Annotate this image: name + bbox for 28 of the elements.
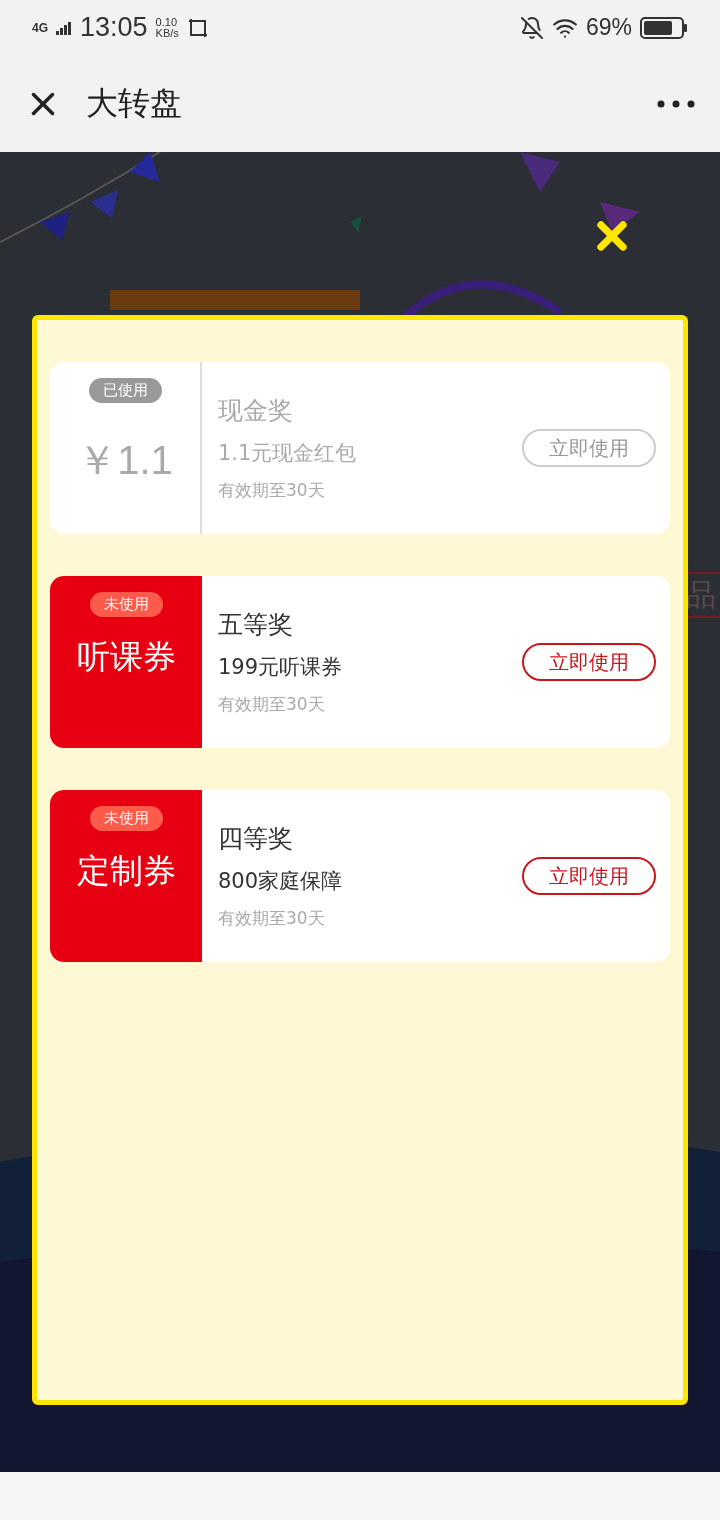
- prize-description: 1.1元现金红包: [218, 440, 358, 467]
- use-button[interactable]: 立即使用: [522, 857, 656, 895]
- more-icon[interactable]: [656, 98, 696, 109]
- prize-title: 四等奖: [218, 823, 294, 855]
- status-badge: 未使用: [89, 592, 163, 617]
- signal-icon: [56, 20, 72, 35]
- prize-description: 199元听课券: [218, 654, 344, 681]
- status-time: 13:05: [80, 12, 148, 43]
- screenshot-icon: [186, 16, 209, 39]
- use-button[interactable]: 立即使用: [522, 643, 656, 681]
- coupon-face: 定制券: [76, 850, 176, 892]
- bell-off-icon: [519, 15, 544, 40]
- coupon-face: 听课券: [76, 636, 176, 678]
- validity-text: 有效期至30天: [218, 907, 326, 930]
- status-badge: 已使用: [88, 378, 162, 403]
- network-speed: 0.10: [155, 16, 178, 28]
- prize-title: 现金奖: [218, 395, 294, 427]
- prize-description: 800家庭保障: [218, 868, 344, 895]
- validity-text: 有效期至30天: [218, 479, 326, 502]
- page-title: 大转盘: [86, 82, 182, 124]
- battery-icon: [640, 16, 688, 39]
- coupon-face: ￥1.1: [77, 437, 173, 484]
- battery-percent: 69%: [585, 14, 632, 41]
- network-type: 4G: [32, 21, 48, 34]
- validity-text: 有效期至30天: [218, 693, 326, 716]
- speed-unit: KB/s: [155, 27, 179, 39]
- prize-title: 五等奖: [218, 609, 294, 641]
- status-badge: 未使用: [89, 806, 163, 831]
